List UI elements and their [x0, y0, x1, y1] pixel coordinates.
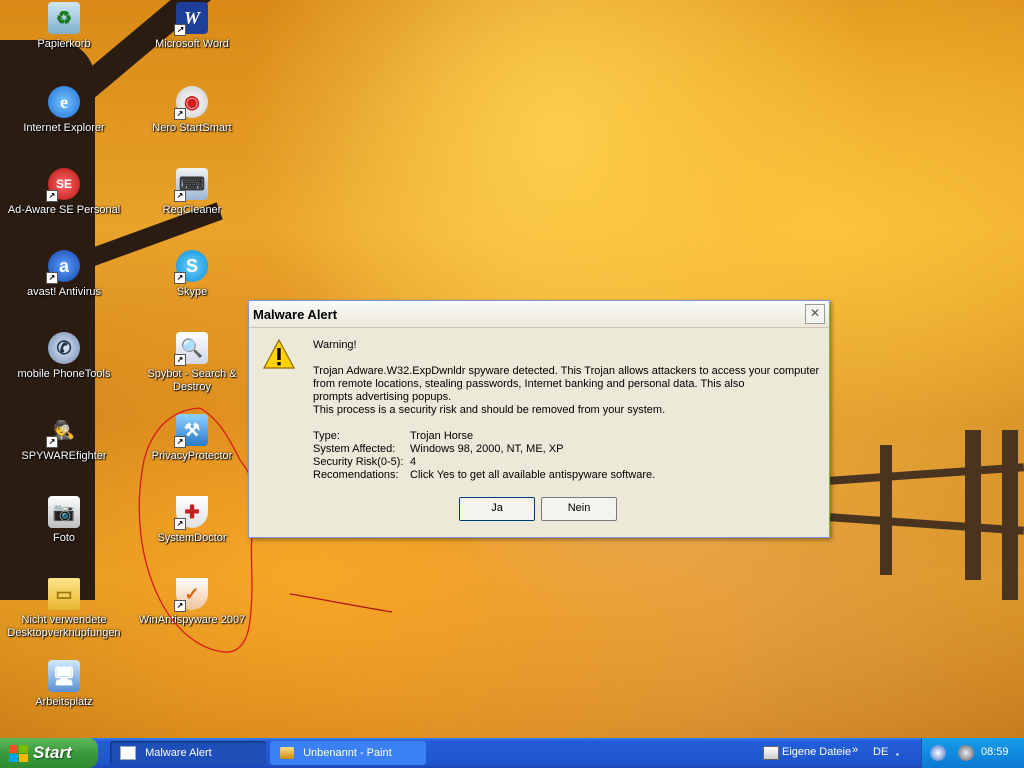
nero-icon: ◉ ↗ — [174, 86, 208, 120]
icon-label: Internet Explorer — [23, 122, 105, 134]
keyboard-indicator-icon[interactable]: ▪ — [896, 750, 899, 759]
icon-label: Ad-Aware SE Personal — [7, 204, 121, 216]
fence-rail — [829, 513, 1024, 535]
dialog-titlebar[interactable]: Malware Alert ✕ — [249, 301, 829, 328]
network-tray-icon[interactable] — [958, 745, 974, 761]
camera-icon: 📷 — [48, 496, 80, 528]
desktop-icon-nero[interactable]: ◉ ↗ Nero StartSmart — [132, 86, 252, 135]
icon-label: Nicht verwendete Desktopverknüpfungen — [7, 614, 121, 639]
icon-label: avast! Antivirus — [27, 286, 101, 298]
detail-value: Trojan Horse — [410, 430, 474, 442]
word-icon: W ↗ — [174, 2, 208, 36]
detail-value: Windows 98, 2000, NT, ME, XP — [410, 443, 564, 455]
avast-tray-icon[interactable] — [930, 745, 946, 761]
start-label: Start — [33, 743, 72, 762]
icon-label: Spybot - Search & Destroy — [147, 368, 237, 393]
fence-post — [1002, 430, 1018, 600]
desktop-icon-internet-explorer[interactable]: e Internet Explorer — [4, 86, 124, 135]
regcleaner-icon: ⌨ ↗ — [174, 168, 208, 202]
desktop-icon-recycle-bin[interactable]: ♻ Papierkorb — [4, 2, 124, 51]
skype-icon: S ↗ — [174, 250, 208, 284]
icon-label: mobile PhoneTools — [17, 368, 111, 380]
taskbar-button-paint[interactable]: Unbenannt - Paint — [270, 741, 426, 765]
paint-icon — [280, 747, 294, 760]
task-label: Unbenannt - Paint — [303, 747, 392, 759]
desktop-icon-avast[interactable]: a ↗ avast! Antivirus — [4, 250, 124, 299]
desktop-icon-regcleaner[interactable]: ⌨ ↗ RegCleaner — [132, 168, 252, 217]
fence-rail — [829, 463, 1024, 485]
detail-row: Recomendations: Click Yes to get all ava… — [313, 469, 823, 482]
desktop-icon-spywarefighter[interactable]: 🕵 ↗ SPYWAREfighter — [4, 414, 124, 463]
malware-alert-dialog: Malware Alert ✕ Warning! Trojan Adware.W… — [248, 300, 830, 538]
quicklaunch-eigene-dateien[interactable]: Eigene Dateie — [782, 746, 851, 758]
detail-row: System Affected: Windows 98, 2000, NT, M… — [313, 443, 823, 456]
computer-icon: 🖥 — [48, 660, 80, 692]
warning-heading: Warning! — [313, 339, 357, 351]
desktop-icon-adaware[interactable]: SE ↗ Ad-Aware SE Personal — [4, 168, 124, 217]
message-line: This process is a security risk and shou… — [313, 404, 666, 416]
detail-value: 4 — [410, 456, 417, 468]
spywarefighter-icon: 🕵 ↗ — [46, 414, 80, 448]
warning-icon — [263, 339, 295, 369]
recycle-bin-icon: ♻ — [48, 2, 80, 34]
clock[interactable]: 08:59 — [981, 746, 1009, 758]
icon-label: Arbeitsplatz — [35, 696, 93, 708]
detail-key: Recomendations: — [313, 469, 399, 481]
language-indicator[interactable]: DE — [873, 746, 888, 758]
message-text: Trojan Adware.W32.ExpDwnldr spyware dete… — [313, 365, 823, 417]
desktop-icon-word[interactable]: W ↗ Microsoft Word — [132, 2, 252, 51]
icon-label: Nero StartSmart — [152, 122, 232, 134]
detail-key: Security Risk(0-5): — [313, 456, 404, 468]
message-line: prompts advertising popups. — [313, 391, 452, 403]
desktop-icon-my-computer[interactable]: 🖥 Arbeitsplatz — [4, 660, 124, 709]
window-icon — [120, 746, 136, 761]
icon-label: Papierkorb — [37, 38, 91, 50]
icon-label: Skype — [176, 286, 208, 298]
avast-icon: a ↗ — [46, 250, 80, 284]
message-line: from remote locations, stealing password… — [313, 378, 745, 390]
detail-row: Type: Trojan Horse — [313, 430, 823, 443]
toolbar-chevron[interactable]: » — [852, 744, 858, 756]
system-tray: 08:59 — [921, 738, 1024, 768]
internet-explorer-icon: e — [48, 86, 80, 118]
close-button[interactable]: ✕ — [805, 304, 825, 324]
detail-key: Type: — [313, 430, 340, 442]
no-button[interactable]: Nein — [541, 497, 617, 521]
adaware-icon: SE ↗ — [46, 168, 80, 202]
fence-post — [880, 445, 892, 575]
desktop-icon-unused-shortcuts[interactable]: ▭ Nicht verwendete Desktopverknüpfungen — [4, 578, 124, 640]
desktop-icon-spybot[interactable]: 🔍 ↗ Spybot - Search & Destroy — [132, 332, 252, 394]
taskbar: Start Malware Alert Unbenannt - Paint Ei… — [0, 738, 1024, 768]
detail-key: System Affected: — [313, 443, 396, 455]
icon-label: Microsoft Word — [155, 38, 229, 50]
desktop-icon-skype[interactable]: S ↗ Skype — [132, 250, 252, 299]
start-button[interactable]: Start — [0, 738, 98, 768]
yes-button[interactable]: Ja — [459, 497, 535, 521]
windows-logo-icon — [9, 745, 28, 762]
icon-label: RegCleaner — [162, 204, 222, 216]
icon-label: Foto — [52, 532, 75, 544]
threat-details: Type: Trojan Horse System Affected: Wind… — [313, 430, 823, 482]
task-label: Malware Alert — [145, 747, 212, 759]
dialog-title: Malware Alert — [253, 307, 338, 322]
detail-value: Click Yes to get all available antispywa… — [410, 469, 656, 481]
fence-post — [965, 430, 981, 580]
folder-icon[interactable] — [763, 746, 779, 760]
detail-row: Security Risk(0-5): 4 — [313, 456, 823, 469]
folder-icon: ▭ — [48, 578, 80, 610]
desktop-icon-foto[interactable]: 📷 Foto — [4, 496, 124, 545]
desktop-icon-mobile-phonetools[interactable]: ✆ mobile PhoneTools — [4, 332, 124, 381]
spybot-icon: 🔍 ↗ — [174, 332, 208, 366]
mobile-phonetools-icon: ✆ — [48, 332, 80, 364]
message-line: Trojan Adware.W32.ExpDwnldr spyware dete… — [313, 365, 820, 377]
icon-label: SPYWAREfighter — [21, 450, 107, 462]
taskbar-button-malware-alert[interactable]: Malware Alert — [110, 741, 266, 765]
dialog-body: Warning! Trojan Adware.W32.ExpDwnldr spy… — [313, 339, 823, 482]
